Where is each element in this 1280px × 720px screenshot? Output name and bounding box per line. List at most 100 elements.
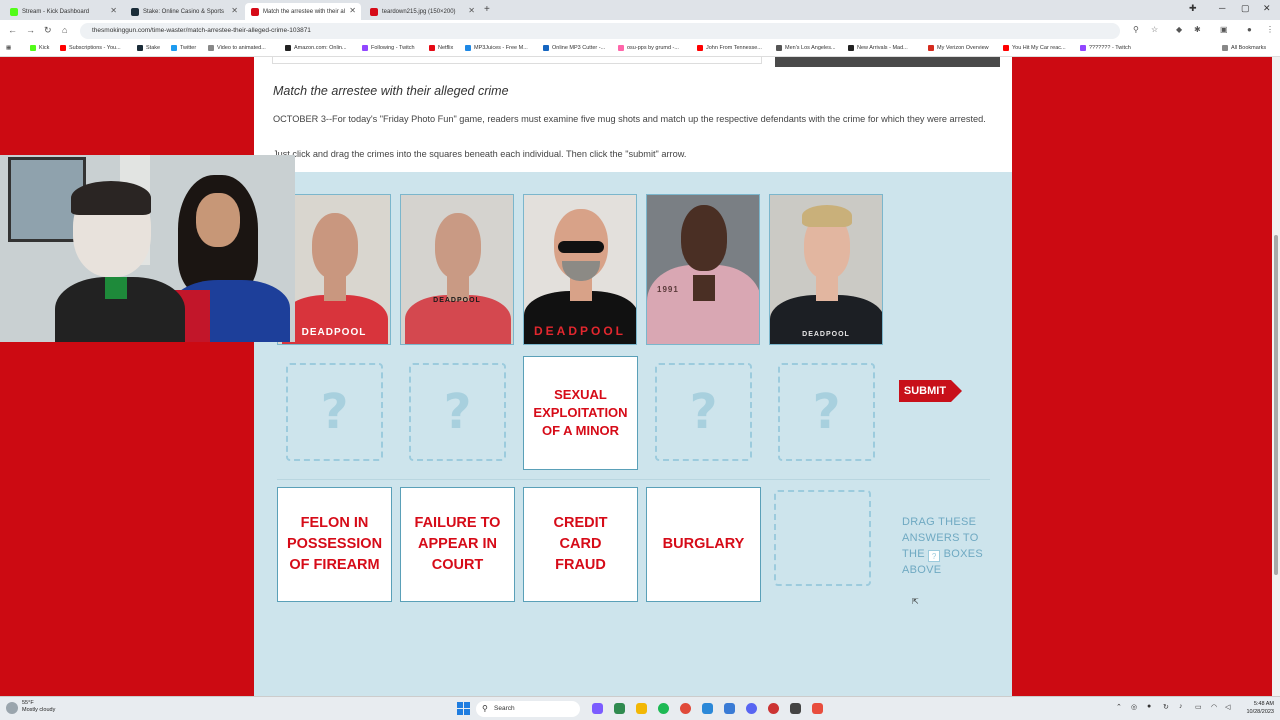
spotify-icon[interactable]	[658, 703, 669, 714]
drop-slot-3-filled[interactable]: SEXUAL EXPLOITATION OF A MINOR	[523, 356, 638, 470]
new-tab-button[interactable]: +	[484, 4, 490, 15]
bookmark-item[interactable]: John From Tennesse...	[697, 45, 762, 51]
kick-icon	[30, 45, 36, 51]
back-icon[interactable]: ←	[8, 25, 17, 35]
system-clock[interactable]: 5:48 AM 10/28/2023	[1238, 700, 1274, 716]
photos-icon[interactable]	[702, 703, 713, 714]
streamer	[55, 181, 185, 342]
tray-icon[interactable]: ●	[1147, 703, 1151, 710]
page-icon	[208, 45, 214, 51]
drop-slot-1[interactable]: ?	[286, 363, 383, 461]
answer-card-3[interactable]: CREDIT CARD FRAUD	[523, 487, 638, 602]
windows-start-icon[interactable]	[457, 702, 470, 715]
verizon-icon	[928, 45, 934, 51]
obs-icon[interactable]	[768, 703, 779, 714]
sidepanel-icon[interactable]: ▣	[1220, 25, 1228, 34]
extension-icon[interactable]: ◆	[1176, 25, 1182, 34]
file-explorer-icon[interactable]	[636, 703, 647, 714]
scrollbar-thumb[interactable]	[1274, 235, 1278, 575]
all-bookmarks-button[interactable]: All Bookmarks	[1222, 45, 1266, 51]
bookmark-item[interactable]: Netflix	[429, 45, 453, 51]
twitch-icon	[362, 45, 368, 51]
close-icon[interactable]: ✕	[468, 6, 475, 15]
weather-widget[interactable]: 55°F Mostly cloudy	[22, 700, 55, 714]
bookmark-item[interactable]: Amazon.com: Onlin...	[285, 45, 347, 51]
maximize-icon[interactable]: ▢	[1241, 3, 1250, 14]
bookmark-item[interactable]: Following - Twitch	[362, 45, 415, 51]
bookmark-item[interactable]: Online MP3 Cutter -...	[543, 45, 605, 51]
tray-icon[interactable]: ◎	[1131, 703, 1137, 711]
bookmark-item[interactable]: New Arrivals - Mad...	[848, 45, 908, 51]
close-icon[interactable]: ✕	[349, 6, 356, 15]
bookmark-item[interactable]: Kick	[30, 45, 49, 51]
discord-icon[interactable]	[746, 703, 757, 714]
arrow-right-icon	[951, 380, 962, 402]
mp3juices-icon	[465, 45, 471, 51]
bookmark-item[interactable]: ??????? - Twitch	[1080, 45, 1131, 51]
wifi-icon[interactable]: ◠	[1211, 703, 1217, 711]
mugshot-3: DEADPOOL	[523, 194, 637, 345]
bookmark-item[interactable]: My Verizon Overview	[928, 45, 989, 51]
apps-icon[interactable]: ▦	[6, 45, 11, 51]
osu-icon	[618, 45, 624, 51]
drop-slot-5[interactable]: ?	[778, 363, 875, 461]
app-icon[interactable]	[812, 703, 823, 714]
microphone-icon[interactable]: ♪	[1179, 703, 1183, 710]
chrome-icon[interactable]	[680, 703, 691, 714]
tab-kick[interactable]: Stream - Kick Dashboard ✕	[4, 3, 122, 20]
chevron-up-icon[interactable]: ⌃	[1116, 703, 1122, 711]
bookmark-item[interactable]: Twitter	[171, 45, 196, 51]
stake-icon	[137, 45, 143, 51]
taskbar-search[interactable]: ⚲ Search	[476, 701, 580, 717]
submit-label: SUBMIT	[899, 380, 951, 402]
tab-match-arrestee[interactable]: Match the arrestee with their al ✕	[245, 3, 361, 20]
answer-label: BURGLARY	[662, 536, 745, 552]
tab-stake[interactable]: Stake: Online Casino & Sports ✕	[125, 3, 243, 20]
avatar-icon[interactable]: ●	[1247, 25, 1252, 34]
zoom-icon[interactable]: ⚲	[1133, 25, 1139, 34]
address-bar[interactable]: thesmokinggun.com/time-waster/match-arre…	[80, 23, 1120, 39]
home-icon[interactable]: ⌂	[62, 25, 67, 35]
bookmark-item[interactable]: Video to animated...	[208, 45, 266, 51]
bookmark-star-icon[interactable]: ☆	[1151, 25, 1158, 34]
bookmarks-bar: ▦ Kick Subscriptions - You... Stake Twit…	[0, 42, 1280, 57]
answer-card-2[interactable]: FAILURE TO APPEAR IN COURT	[400, 487, 515, 602]
question-mark-icon: ?	[689, 384, 718, 440]
close-window-icon[interactable]: ✕	[1263, 3, 1271, 14]
tab-teardown-image[interactable]: teardown215.jpg (150×200) ✕	[364, 3, 480, 20]
mugshot-4: 1991	[646, 194, 760, 345]
volume-icon[interactable]: ◁	[1225, 703, 1230, 711]
empty-answer-slot	[774, 490, 871, 586]
app-icon[interactable]	[790, 703, 801, 714]
profile-icon[interactable]: ✚	[1189, 3, 1197, 14]
tray-icon[interactable]: ↻	[1163, 703, 1169, 711]
bookmark-item[interactable]: Subscriptions - You...	[60, 45, 121, 51]
bookmark-item[interactable]: Stake	[137, 45, 160, 51]
minimize-icon[interactable]: ─	[1219, 3, 1225, 13]
bookmark-item[interactable]: You Hit My Car reac...	[1003, 45, 1066, 51]
bookmark-item[interactable]: osu-pps by grumd -...	[618, 45, 679, 51]
copilot-icon[interactable]	[592, 703, 603, 714]
page-icon	[848, 45, 854, 51]
browser-toolbar: ← → ↻ ⌂ thesmokinggun.com/time-waster/ma…	[0, 20, 1280, 42]
question-box-icon: ?	[928, 550, 941, 562]
drop-slot-2[interactable]: ?	[409, 363, 506, 461]
answer-card-1[interactable]: FELON IN POSSESSION OF FIREARM	[277, 487, 392, 602]
drop-slot-4[interactable]: ?	[655, 363, 752, 461]
close-icon[interactable]: ✕	[110, 6, 117, 15]
forward-icon[interactable]: →	[26, 25, 35, 35]
app-icon[interactable]	[614, 703, 625, 714]
bookmark-item[interactable]: MP3Juices - Free M...	[465, 45, 528, 51]
bookmark-item[interactable]: Men's Los Angeles...	[776, 45, 836, 51]
reload-icon[interactable]: ↻	[44, 25, 52, 36]
app-icon[interactable]	[724, 703, 735, 714]
answer-card-4[interactable]: BURGLARY	[646, 487, 761, 602]
close-icon[interactable]: ✕	[231, 6, 238, 15]
menu-icon[interactable]: ⋮	[1266, 25, 1274, 34]
submit-button[interactable]: SUBMIT	[899, 380, 962, 402]
puzzle-icon[interactable]: ✱	[1194, 25, 1201, 34]
tray-icon[interactable]: ▭	[1195, 703, 1202, 711]
question-mark-icon: ?	[443, 384, 472, 440]
search-icon: ⚲	[482, 704, 488, 713]
answer-label: CREDIT CARD FRAUD	[553, 515, 608, 573]
